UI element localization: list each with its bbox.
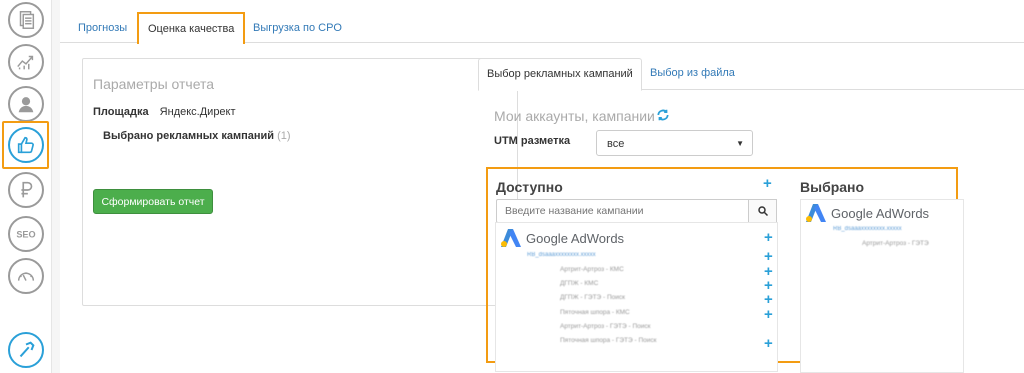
platform-label: Площадка [93, 106, 149, 118]
utm-select[interactable]: все ▼ [596, 130, 753, 156]
selected-campaigns-count: (1) [277, 130, 291, 142]
tab-select-from-file[interactable]: Выбор из файла [650, 67, 735, 79]
campaign-item[interactable]: ДГПЖ - КМС [560, 280, 598, 287]
google-adwords-logo: Google AdWords [500, 228, 624, 248]
available-title: Доступно [496, 179, 563, 195]
google-text: Google [831, 205, 873, 221]
top-tabs: Прогнозы Оценка качества Выгрузка по CPO [60, 0, 1024, 44]
accounts-title: Мои аккаунты, кампании [494, 108, 655, 124]
campaign-item[interactable]: Артрит-Артроз - ГЭТЭ - Поиск [560, 323, 651, 330]
selected-campaign[interactable]: Артрит-Артроз - ГЭТЭ [862, 240, 929, 247]
add-account-icon[interactable]: + [764, 230, 773, 245]
add-campaign-icon[interactable]: + [764, 307, 773, 322]
search-button[interactable] [749, 199, 777, 223]
google-text: Google [526, 230, 568, 246]
add-campaign-icon[interactable]: + [764, 336, 773, 351]
selected-campaigns-label: Выбрано рекламных кампаний [103, 130, 275, 142]
report-params-title: Параметры отчета [93, 76, 215, 92]
documents-icon[interactable] [8, 2, 44, 38]
adwords-text: AdWords [875, 205, 930, 221]
add-campaign-icon[interactable]: + [764, 292, 773, 307]
thumbs-up-icon[interactable] [8, 127, 44, 163]
user-profile-icon[interactable] [8, 86, 44, 122]
growth-chart-icon[interactable] [8, 44, 44, 80]
tab-quality[interactable]: Оценка качества [137, 12, 246, 44]
search-icon [757, 206, 768, 217]
platform-row: Площадка Яндекс.Директ [93, 106, 236, 118]
platform-value: Яндекс.Директ [159, 106, 236, 118]
tab-cpo-export[interactable]: Выгрузка по CPO [253, 22, 342, 34]
add-all-icon[interactable]: + [763, 176, 772, 191]
svg-text:SEO: SEO [16, 230, 35, 240]
tab-forecasts[interactable]: Прогнозы [78, 22, 127, 34]
selected-title: Выбрано [800, 179, 865, 195]
campaign-item[interactable]: Пяточная шпора - КМС [560, 309, 630, 316]
add-campaign-icon[interactable]: + [764, 249, 773, 264]
campaign-search-input[interactable] [496, 199, 749, 223]
caret-down-icon: ▼ [736, 139, 744, 148]
speedometer-icon[interactable] [8, 258, 44, 294]
available-account[interactable]: RB_dsaaaxxxxxxxx.xxxxx [527, 252, 596, 258]
seo-icon[interactable]: SEO [8, 216, 44, 252]
report-params-panel: Параметры отчета Площадка Яндекс.Директ … [82, 58, 518, 306]
google-adwords-logo: Google AdWords [805, 203, 929, 223]
campaign-item[interactable]: Пяточная шпора - ГЭТЭ - Поиск [560, 337, 656, 344]
ruble-icon[interactable] [8, 172, 44, 208]
refresh-icon[interactable] [656, 108, 670, 125]
campaign-item[interactable]: ДГПЖ - ГЭТЭ - Поиск [560, 294, 625, 301]
campaign-item[interactable]: Артрит-Артроз - КМС [560, 266, 624, 273]
campaign-tabs: Выбор рекламных кампаний Выбор из файла [478, 58, 1024, 91]
sidebar: SEO [0, 0, 52, 373]
hammer-icon[interactable] [8, 332, 44, 368]
selected-account[interactable]: RB_dsaaaxxxxxxxx.xxxxx [833, 226, 902, 232]
selected-campaigns-row: Выбрано рекламных кампаний (1) [103, 130, 291, 142]
adwords-text: AdWords [570, 230, 625, 246]
tab-select-campaigns[interactable]: Выбор рекламных кампаний [478, 58, 642, 91]
utm-label: UTM разметка [494, 135, 571, 147]
generate-report-button[interactable]: Сформировать отчет [93, 189, 213, 214]
utm-select-value: все [607, 138, 625, 150]
